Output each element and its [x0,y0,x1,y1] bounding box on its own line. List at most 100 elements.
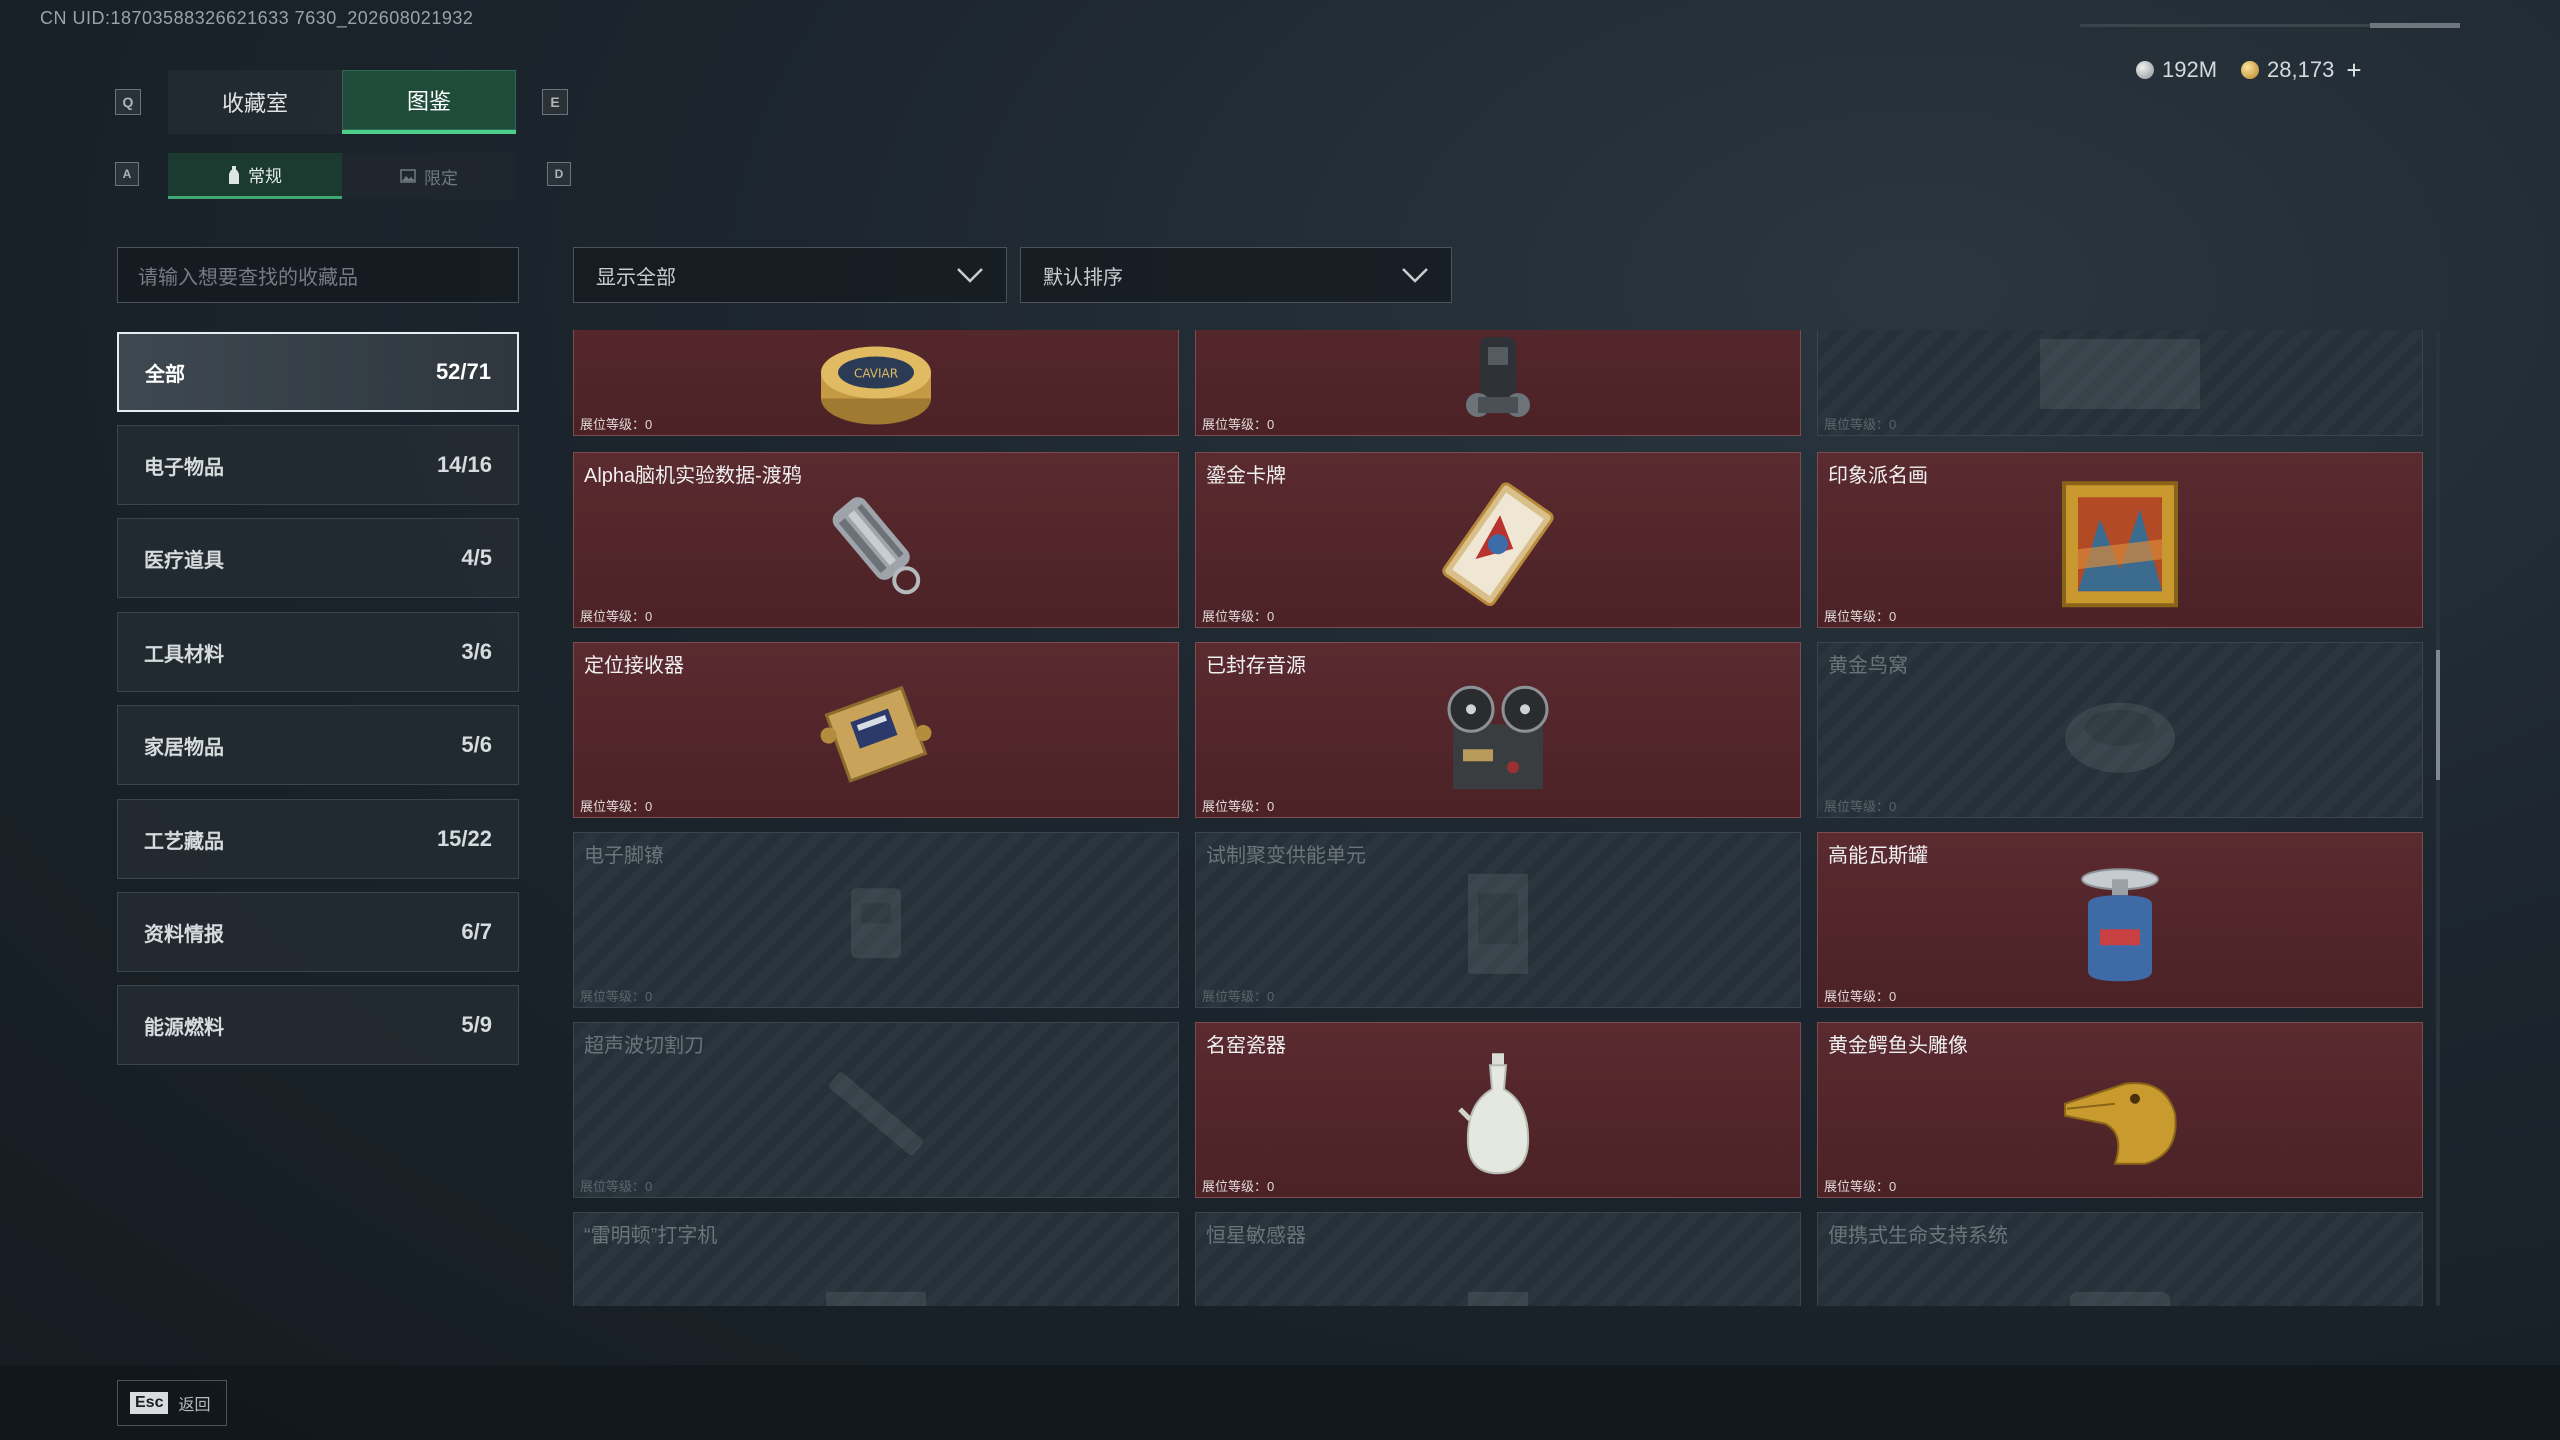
card-title: 印象派名画 [1828,465,1928,487]
category-count: 3/6 [461,639,492,664]
card-title: 鎏金卡牌 [1206,465,1286,487]
category-crafts[interactable]: 工艺藏品 15/22 [117,799,519,879]
display-level: 展位等级：0 [580,799,653,814]
collection-card[interactable]: 恒星敏感器 [1195,1212,1801,1306]
category-count: 15/22 [436,826,492,851]
gold-currency: 28,173 [2241,57,2334,83]
ankle-monitor-icon [826,868,926,983]
display-level: 展位等级：0 [1824,417,1897,432]
category-count: 14/16 [436,452,492,477]
category-label: 工艺藏品 [144,830,224,853]
add-currency-button[interactable]: + [2346,55,2361,86]
collection-card[interactable]: CAVIAR 展位等级：0 [573,330,1179,436]
search-input[interactable]: 请输入想要查找的收藏品 [117,247,519,303]
uid-label: CN UID:18703588326621633 7630_2026080219… [40,8,474,28]
category-label: 家居物品 [144,736,224,759]
tab-catalog[interactable]: 图鉴 [342,70,516,134]
image-icon [400,169,416,183]
receiver-icon [811,669,941,804]
collection-card[interactable]: 高能瓦斯罐 展位等级：0 [1817,832,2423,1008]
currency-bar: 192M 28,173 + [2080,50,2456,90]
category-count: 6/7 [461,919,492,944]
typewriter-icon [816,1262,936,1306]
collection-card[interactable]: 黄金鸟窝 展位等级：0 [1817,642,2423,818]
silver-currency: 192M [2136,57,2217,83]
category-count: 5/9 [461,1012,492,1037]
subtab-regular[interactable]: 常规 [168,153,342,199]
collection-card[interactable]: 电子脚镣 展位等级：0 [573,832,1179,1008]
subtab-label: 常规 [248,167,282,186]
category-label: 医疗道具 [144,549,224,572]
back-button[interactable]: Esc 返回 [117,1380,227,1426]
category-count: 5/6 [461,732,492,757]
bird-nest-icon [2060,683,2180,788]
gas-canister-icon [2070,859,2170,994]
display-level: 展位等级：0 [1202,417,1275,432]
category-energy[interactable]: 能源燃料 5/9 [117,985,519,1065]
category-household[interactable]: 家居物品 5/6 [117,705,519,785]
collection-card[interactable]: 已封存音源 展位等级：0 [1195,642,1801,818]
silver-coin-icon [2136,61,2154,79]
category-label: 电子物品 [144,456,224,479]
tab-next-key[interactable]: E [542,89,568,115]
esc-key: Esc [130,1392,169,1414]
display-level: 展位等级：0 [1824,989,1897,1004]
porcelain-vase-icon [1458,1049,1538,1184]
main-tabs: 收藏室 图鉴 [168,70,516,134]
chevron-down-icon [1402,268,1428,283]
card-title: 已封存音源 [1206,655,1306,677]
collection-card[interactable]: 便携式生命支持系统 [1817,1212,2423,1306]
display-level: 展位等级：0 [1824,1179,1897,1194]
collection-card[interactable]: 鎏金卡牌 展位等级：0 [1195,452,1801,628]
card-title: 超声波切割刀 [584,1035,704,1057]
display-level: 展位等级：0 [1202,609,1275,624]
subtab-next-key[interactable]: D [547,162,571,186]
collection-card[interactable]: 定位接收器 展位等级：0 [573,642,1179,818]
collection-card[interactable]: Alpha脑机实验数据-渡鸦 展位等级：0 [573,452,1179,628]
display-level: 展位等级：0 [580,417,653,432]
display-level: 展位等级：0 [580,609,653,624]
category-intel[interactable]: 资料情报 6/7 [117,892,519,972]
painting-icon [2060,479,2180,614]
collection-card[interactable]: 试制聚变供能单元 展位等级：0 [1195,832,1801,1008]
tab-label: 收藏室 [221,91,288,116]
collection-card[interactable]: “雷明顿”打字机 [573,1212,1179,1306]
display-level: 展位等级：0 [580,1179,653,1194]
cutter-icon [816,1054,936,1179]
collection-card[interactable]: 名窑瓷器 展位等级：0 [1195,1022,1801,1198]
unknown-item-icon [2030,330,2210,424]
category-medical[interactable]: 医疗道具 4/5 [117,518,519,598]
tab-collection-room[interactable]: 收藏室 [168,70,342,134]
category-electronics[interactable]: 电子物品 14/16 [117,425,519,505]
gold-coin-icon [2241,61,2260,79]
category-tools[interactable]: 工具材料 3/6 [117,612,519,692]
caviar-tin-icon: CAVIAR [816,339,936,434]
fusion-cell-icon [1448,864,1548,989]
collection-card[interactable]: 展位等级：0 [1195,330,1801,436]
card-title: 高能瓦斯罐 [1828,845,1928,867]
scroll-thumb[interactable] [2436,650,2440,780]
sort-dropdown[interactable]: 默认排序 [1020,247,1452,303]
collection-grid: CAVIAR 展位等级：0 展位等级：0 展位等级：0 Alpha脑机实验数据-… [573,330,2425,1306]
crocodile-statue-icon [2055,1054,2185,1179]
collection-card[interactable]: 超声波切割刀 展位等级：0 [573,1022,1179,1198]
card-title: 黄金鳄鱼头雕像 [1828,1035,1968,1057]
collection-card[interactable]: 展位等级：0 [1817,330,2423,436]
bottle-icon [229,165,239,184]
life-support-icon [2060,1262,2180,1306]
filter-dropdown[interactable]: 显示全部 [573,247,1007,303]
collection-card[interactable]: 印象派名画 展位等级：0 [1817,452,2423,628]
tab-prev-key[interactable]: Q [115,89,141,115]
subtab-prev-key[interactable]: A [115,162,139,186]
category-label: 工具材料 [144,643,224,666]
collection-card[interactable]: 黄金鳄鱼头雕像 展位等级：0 [1817,1022,2423,1198]
sort-value: 默认排序 [1043,266,1123,289]
card-title: 电子脚镣 [584,845,664,867]
subtab-label: 限定 [424,168,458,188]
display-level: 展位等级：0 [1202,799,1275,814]
grid-scrollbar[interactable] [2436,330,2440,1306]
category-all[interactable]: 全部 52/71 [117,332,519,412]
gold-amount: 28,173 [2267,57,2335,82]
subtab-limited[interactable]: 限定 [342,153,516,199]
category-label: 全部 [145,363,185,386]
